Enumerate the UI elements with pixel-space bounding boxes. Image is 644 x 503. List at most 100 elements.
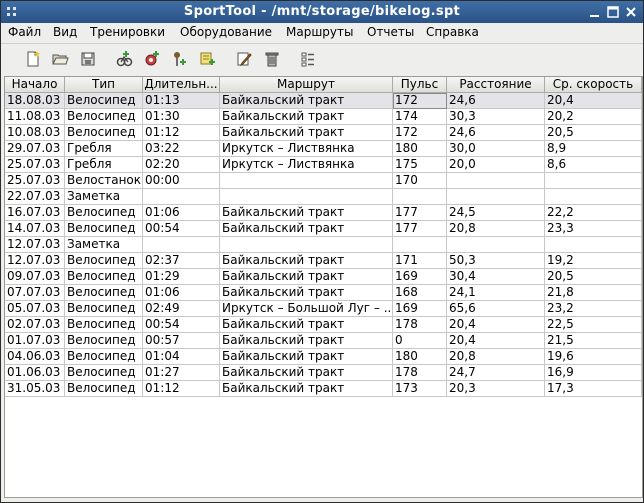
maximize-icon[interactable] [606,5,620,19]
cell-type: Велосипед [65,301,143,317]
column-header-distance[interactable]: Расстояние [447,77,545,93]
column-header-start[interactable]: Начало [5,77,65,93]
cell-route: Байкальский тракт [220,93,393,109]
cell-route: Байкальский тракт [220,269,393,285]
cell-duration [143,189,220,205]
view-options-icon[interactable] [299,50,317,68]
add-equipment-icon[interactable] [143,50,161,68]
table-row[interactable]: 29.07.03 Гребля 03:22 Иркутск – Листвянка 18… [5,141,642,157]
menu-view[interactable]: Вид [53,25,77,39]
cell-duration: 01:30 [143,109,220,125]
cell-type: Велосипед [65,285,143,301]
workouts-table[interactable]: Начало Тип Длительн... Маршрут Пульс Рас… [4,76,643,498]
cell-route [220,189,393,205]
cell-route [220,173,393,189]
title-bar[interactable]: SportTool - /mnt/storage/bikelog.spt [1,1,643,23]
table-row[interactable]: 01.06.03 Велосипед 01:27 Байкальский тракт 1… [5,365,642,381]
cell-duration [143,237,220,253]
cell-avg-speed: 22,2 [545,205,642,221]
cell-avg-speed: 23,3 [545,221,642,237]
table-row[interactable]: 01.07.03 Велосипед 00:57 Байкальский тракт 0… [5,333,642,349]
cell-pulse: 170 [393,173,447,189]
table-row[interactable]: 02.07.03 Велосипед 00:54 Байкальский тракт 1… [5,317,642,333]
menu-equipment[interactable]: Оборудование [180,25,272,39]
cell-distance: 24,6 [447,93,545,109]
menu-workouts[interactable]: Тренировки [90,25,165,39]
cell-route: Байкальский тракт [220,333,393,349]
cell-type: Гребля [65,141,143,157]
cell-start: 29.07.03 [5,141,65,157]
cell-type: Велосипед [65,93,143,109]
cell-avg-speed: 19,6 [545,349,642,365]
cell-duration: 02:49 [143,301,220,317]
cell-distance [447,173,545,189]
table-row[interactable]: 31.05.03 Велосипед 01:12 Байкальский тракт 1… [5,381,642,397]
cell-pulse: 172 [393,93,447,109]
column-header-duration[interactable]: Длительн... [143,77,220,93]
cell-avg-speed: 16,9 [545,365,642,381]
cell-start: 12.07.03 [5,237,65,253]
cell-distance: 24,6 [447,125,545,141]
new-document-icon[interactable] [24,50,42,68]
cell-route: Байкальский тракт [220,253,393,269]
menu-help[interactable]: Справка [426,25,479,39]
close-icon[interactable] [624,5,638,19]
table-row[interactable]: 10.08.03 Велосипед 01:12 Байкальский тракт 1… [5,125,642,141]
cell-distance: 20,8 [447,349,545,365]
cell-route: Байкальский тракт [220,109,393,125]
cell-duration: 00:57 [143,333,220,349]
edit-icon[interactable] [235,50,253,68]
cell-type: Велосипед [65,125,143,141]
cell-pulse [393,189,447,205]
add-note-icon[interactable] [199,50,217,68]
cell-pulse: 178 [393,317,447,333]
table-row[interactable]: 05.07.03 Велосипед 02:49 Иркутск – Большой … [5,301,642,317]
cell-distance: 50,3 [447,253,545,269]
table-row[interactable]: 09.07.03 Велосипед 01:29 Байкальский тракт 1… [5,269,642,285]
column-header-route[interactable]: Маршрут [220,77,393,93]
cell-start: 16.07.03 [5,205,65,221]
open-folder-icon[interactable] [51,50,69,68]
table-row[interactable]: 04.06.03 Велосипед 01:04 Байкальский тракт 1… [5,349,642,365]
cell-type: Велосипед [65,253,143,269]
table-row[interactable]: 16.07.03 Велосипед 01:06 Байкальский тракт 1… [5,205,642,221]
cell-pulse [393,237,447,253]
save-icon[interactable] [79,50,97,68]
menu-file[interactable]: Файл [8,25,41,39]
table-row[interactable]: 07.07.03 Велосипед 01:06 Байкальский тракт 1… [5,285,642,301]
minimize-icon[interactable] [588,5,602,19]
cell-type: Велостанок [65,173,143,189]
cell-distance: 20,4 [447,317,545,333]
cell-pulse: 180 [393,349,447,365]
table-row[interactable]: 12.07.03 Велосипед 02:37 Байкальский тракт 1… [5,253,642,269]
cell-duration: 02:20 [143,157,220,173]
add-route-icon[interactable] [171,50,189,68]
cell-avg-speed: 20,2 [545,109,642,125]
delete-icon[interactable] [263,50,281,68]
menu-bar: Файл Вид Тренировки Оборудование Маршрут… [1,23,643,43]
add-exercise-icon[interactable] [115,50,133,68]
cell-duration: 01:04 [143,349,220,365]
cell-route: Байкальский тракт [220,221,393,237]
table-row[interactable]: 11.08.03 Велосипед 01:30 Байкальский тракт 1… [5,109,642,125]
cell-pulse: 177 [393,221,447,237]
table-row[interactable]: 14.07.03 Велосипед 00:54 Байкальский тракт 1… [5,221,642,237]
cell-type: Велосипед [65,381,143,397]
column-header-pulse[interactable]: Пульс [393,77,447,93]
column-header-avg-speed[interactable]: Ср. скорость [545,77,642,93]
menu-reports[interactable]: Отчеты [367,25,414,39]
menu-routes[interactable]: Маршруты [286,25,354,39]
table-row[interactable]: 22.07.03 Заметка [5,189,642,205]
table-row[interactable]: 25.07.03 Гребля 02:20 Иркутск – Листвянка 17… [5,157,642,173]
table-row[interactable]: 25.07.03 Велостанок 00:00 170 [5,173,642,189]
cell-start: 12.07.03 [5,253,65,269]
cell-avg-speed: 22,5 [545,317,642,333]
column-header-type[interactable]: Тип [65,77,143,93]
cell-distance: 30,4 [447,269,545,285]
table-row[interactable]: 18.08.03 Велосипед 01:13 Байкальский тракт 1… [5,93,642,109]
cell-route: Байкальский тракт [220,349,393,365]
cell-route: Иркутск – Листвянка [220,157,393,173]
cell-type: Заметка [65,237,143,253]
cell-avg-speed: 23,2 [545,301,642,317]
table-row[interactable]: 12.07.03 Заметка [5,237,642,253]
